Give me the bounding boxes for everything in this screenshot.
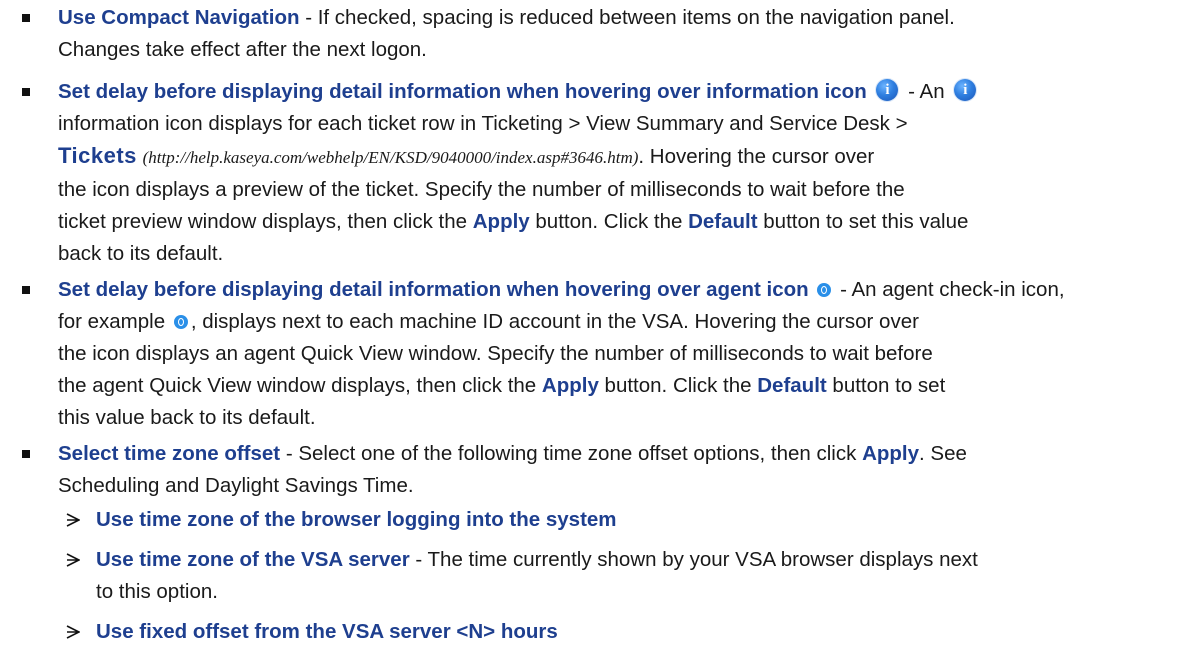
time-zone-options: Use time zone of the browser logging int…: [58, 504, 1180, 648]
square-bullet-icon: [22, 88, 30, 96]
arrow-bullet-icon: [66, 625, 80, 639]
desc-text: to this option.: [96, 580, 218, 603]
desc-text: - The time currently shown by your VSA b…: [409, 548, 978, 571]
desc-text: the agent Quick View window displays, th…: [58, 374, 542, 397]
apply-term: Apply: [862, 442, 920, 465]
desc-text: information icon displays for each ticke…: [58, 112, 908, 135]
term-use-compact-navigation: Use Compact Navigation: [58, 6, 300, 29]
desc-text: , displays next to each machine ID accou…: [190, 310, 919, 333]
list-item-agent-icon-delay: Set delay before displaying detail infor…: [10, 274, 1180, 434]
apply-term: Apply: [541, 374, 599, 397]
list-item-compact-navigation: Use Compact Navigation - If checked, spa…: [10, 2, 1180, 66]
desc-text: - An agent check-in icon,: [834, 278, 1065, 301]
default-term: Default: [688, 210, 758, 233]
desc-text: . See: [919, 442, 967, 465]
tickets-url[interactable]: (http://help.kaseya.com/webhelp/EN/KSD/9…: [143, 148, 639, 167]
desc-text: button to set this value: [757, 210, 969, 233]
desc-text: this value back to its default.: [58, 406, 316, 429]
option-browser-time-zone: Use time zone of the browser logging int…: [58, 504, 1180, 536]
bullet-list: Use Compact Navigation - If checked, spa…: [10, 0, 1180, 656]
term-time-zone-offset: Select time zone offset: [58, 442, 281, 465]
option-vsa-server-time-zone: Use time zone of the VSA server - The ti…: [58, 544, 1180, 608]
agent-checkin-icon: [817, 283, 832, 297]
desc-text: button. Click the: [598, 374, 758, 397]
arrow-bullet-icon: [66, 553, 80, 567]
desc-text: . Hovering the cursor over: [638, 145, 875, 168]
tickets-link[interactable]: Tickets: [58, 143, 137, 168]
info-circle-icon: [876, 79, 899, 101]
desc-text: ticket preview window displays, then cli…: [58, 210, 473, 233]
agent-checkin-icon: [173, 315, 188, 329]
term-browser-time-zone: Use time zone of the browser logging int…: [96, 508, 617, 531]
default-term: Default: [757, 374, 827, 397]
desc-text: Scheduling and Daylight Savings Time.: [58, 474, 414, 497]
term-vsa-server-time-zone: Use time zone of the VSA server: [96, 548, 410, 571]
desc-text: back to its default.: [58, 242, 224, 265]
desc-text: button. Click the: [529, 210, 689, 233]
info-circle-icon: [954, 79, 977, 101]
desc-text: the icon displays an agent Quick View wi…: [58, 342, 933, 365]
desc-text: the icon displays a preview of the ticke…: [58, 178, 905, 201]
desc-text: button to set: [826, 374, 946, 397]
term-info-icon-delay: Set delay before displaying detail infor…: [58, 80, 867, 103]
square-bullet-icon: [22, 14, 30, 22]
desc-text: - If checked, spacing is reduced between…: [299, 6, 955, 29]
arrow-bullet-icon: [66, 513, 80, 527]
desc-text: - Select one of the following time zone …: [280, 442, 863, 465]
desc-text: - An: [902, 80, 951, 103]
apply-term: Apply: [472, 210, 530, 233]
list-item-time-zone-offset: Select time zone offset - Select one of …: [10, 438, 1180, 648]
desc-text: for example: [58, 310, 171, 333]
term-agent-icon-delay: Set delay before displaying detail infor…: [58, 278, 809, 301]
option-fixed-offset: Use fixed offset from the VSA server <N>…: [58, 616, 1180, 648]
square-bullet-icon: [22, 286, 30, 294]
term-fixed-offset: Use fixed offset from the VSA server <N>…: [96, 620, 558, 643]
desc-text: Changes take effect after the next logon…: [58, 38, 427, 61]
square-bullet-icon: [22, 450, 30, 458]
list-item-info-icon-delay: Set delay before displaying detail infor…: [10, 76, 1180, 270]
